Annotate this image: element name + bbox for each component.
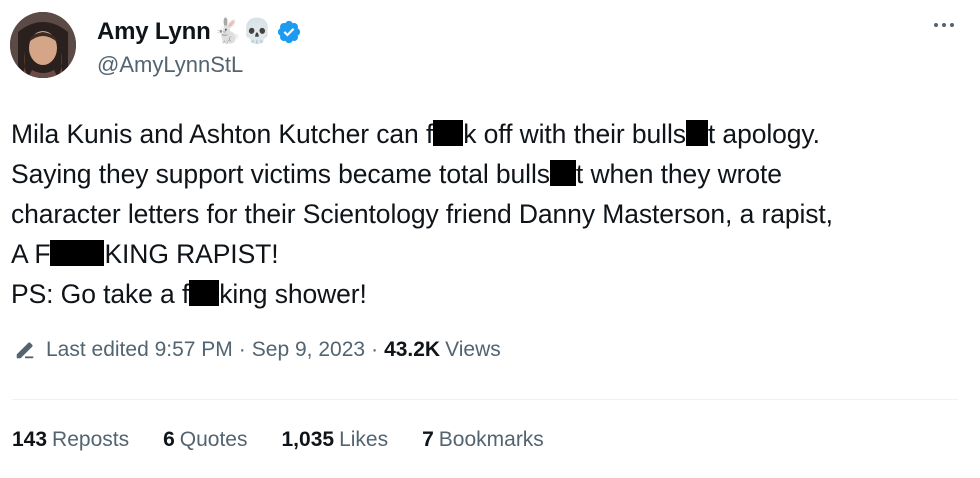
views-count: 43.2K <box>384 338 441 361</box>
separator: · <box>238 338 246 361</box>
tweet-meta: Last edited 9:57 PM · Sep 9, 2023 · 43.2… <box>14 338 501 362</box>
verified-badge-icon[interactable] <box>276 19 302 45</box>
redaction-box <box>189 280 220 306</box>
name-emojis: 🐇💀 <box>212 18 273 45</box>
pencil-edit-icon <box>16 342 34 359</box>
redaction-box <box>433 120 464 146</box>
tweet-line-1: Mila Kunis and Ashton Kutcher can fk off… <box>11 119 820 149</box>
divider <box>12 399 958 400</box>
tweet-line-3: character letters for their Scientology … <box>11 199 833 229</box>
redaction-box <box>685 120 708 146</box>
likes-stat[interactable]: 1,035 Likes <box>282 428 389 452</box>
author-display-name[interactable]: Amy Lynn <box>97 18 211 46</box>
tweet-text: Mila Kunis and Ashton Kutcher can fk off… <box>11 114 961 314</box>
quotes-stat[interactable]: 6 Quotes <box>163 428 247 452</box>
author-handle[interactable]: @AmyLynnStL <box>97 52 243 78</box>
redaction-box <box>50 240 105 266</box>
tweet-line-2: Saying they support victims became total… <box>11 159 782 189</box>
bookmarks-stat[interactable]: 7 Bookmarks <box>422 428 544 452</box>
separator: · <box>371 338 379 361</box>
tweet-line-5: PS: Go take a f king shower! <box>11 279 367 309</box>
author-name-row: Amy Lynn 🐇💀 <box>97 14 302 50</box>
views-label: Views <box>445 338 501 361</box>
tweet-line-4: A F KING RAPIST! <box>11 239 279 269</box>
engagement-stats: 143 Reposts 6 Quotes 1,035 Likes 7 Bookmarks <box>12 428 578 452</box>
reposts-stat[interactable]: 143 Reposts <box>12 428 129 452</box>
avatar-image <box>10 12 76 78</box>
redaction-box <box>549 160 576 186</box>
more-options-icon[interactable] <box>934 18 962 32</box>
avatar[interactable] <box>10 12 76 78</box>
last-edited-label[interactable]: Last edited 9:57 PM <box>46 338 233 362</box>
tweet-date[interactable]: Sep 9, 2023 <box>252 338 365 362</box>
